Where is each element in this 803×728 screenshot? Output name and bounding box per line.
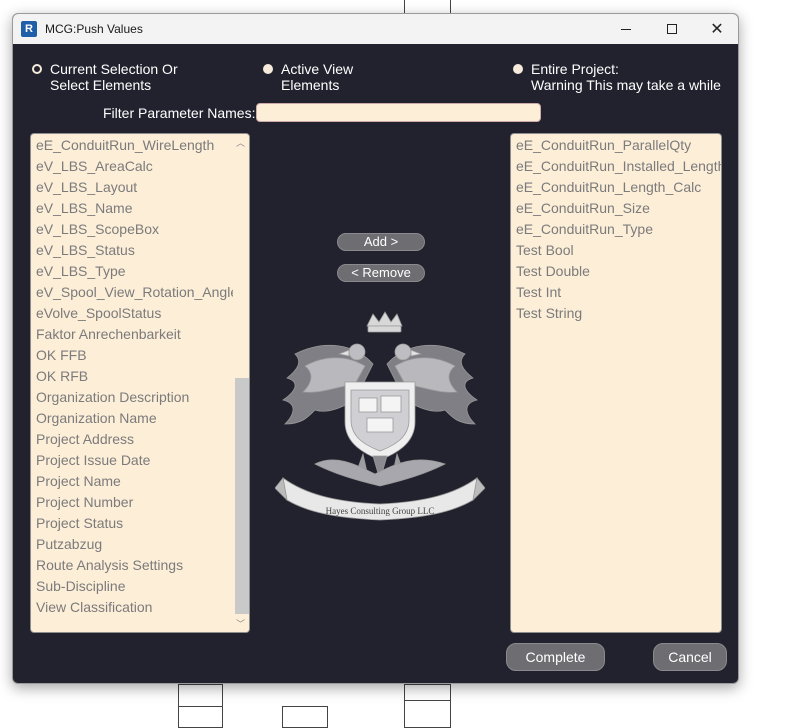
radio-label: Current Selection Or Select Elements (50, 61, 178, 93)
list-item[interactable]: eE_ConduitRun_Length_Calc (511, 177, 721, 198)
filter-input[interactable] (256, 103, 541, 122)
cad-line (404, 0, 405, 13)
close-icon: ✕ (710, 21, 724, 38)
title-bar[interactable]: R MCG:Push Values ✕ (13, 14, 738, 44)
radio-current-selection[interactable]: Current Selection Or Select Elements (32, 61, 178, 93)
list-item[interactable]: Organization Description (31, 387, 233, 408)
add-button[interactable]: Add > (337, 233, 425, 251)
list-item[interactable]: Project Status (31, 513, 233, 534)
list-item[interactable]: View Classification (31, 597, 233, 618)
remove-button[interactable]: < Remove (337, 264, 425, 282)
list-item[interactable]: eVolve_SpoolStatus (31, 303, 233, 324)
list-item[interactable]: eV_Spool_View_Rotation_Angle (31, 282, 238, 303)
company-crest-logo: Hayes Consulting Group LLC (275, 311, 485, 521)
list-item[interactable]: Test String (511, 303, 721, 324)
cad-line (178, 706, 223, 707)
filter-label: Filter Parameter Names: (103, 105, 256, 121)
scroll-down-icon[interactable]: ﹀ (236, 617, 245, 630)
radio-label-line2: Warning This may take a while (531, 77, 721, 93)
push-values-dialog: R MCG:Push Values ✕ Current Selection Or… (12, 13, 739, 684)
list-item[interactable]: Project Address (31, 429, 233, 450)
available-parameters-list[interactable]: eE_ConduitRun_WireLength eV_LBS_AreaCalc e… (30, 133, 250, 633)
list-item[interactable]: eV_LBS_Status (31, 240, 233, 261)
radio-label-line2: Select Elements (50, 77, 152, 93)
scroll-up-icon[interactable]: ︿ (236, 136, 245, 149)
radio-label-line1: Active View (281, 61, 354, 77)
list-item[interactable]: Test Double (511, 261, 721, 282)
list-item[interactable]: Test Int (511, 282, 721, 303)
list-item[interactable]: Project Issue Date (31, 450, 233, 471)
list-item[interactable]: Route Analysis Settings (31, 555, 233, 576)
list-item[interactable]: eV_LBS_ScopeBox (31, 219, 233, 240)
list-item[interactable]: eE_ConduitRun_ParallelQty (511, 135, 721, 156)
radio-entire-project[interactable]: Entire Project: Warning This may take a … (513, 61, 721, 93)
crest-banner-text: Hayes Consulting Group LLC (326, 506, 435, 516)
cad-line (404, 700, 451, 701)
list-item[interactable]: eE_ConduitRun_Installed_Length (511, 156, 721, 177)
list-item[interactable]: Putzabzug (31, 534, 233, 555)
radio-indicator (263, 64, 273, 74)
radio-label: Entire Project: Warning This may take a … (531, 61, 721, 93)
available-parameters-items: eE_ConduitRun_WireLength eV_LBS_AreaCalc e… (31, 135, 238, 618)
list-item[interactable]: eV_LBS_Name (31, 198, 233, 219)
list-item[interactable]: eE_ConduitRun_Type (511, 219, 721, 240)
minimize-icon (621, 28, 631, 30)
list-item[interactable]: Project Number (31, 492, 233, 513)
list-item[interactable]: Test Bool (511, 240, 721, 261)
complete-button[interactable]: Complete (506, 643, 605, 671)
maximize-icon (667, 24, 677, 34)
selected-parameters-items: eE_ConduitRun_ParallelQty eE_ConduitRun_I… (511, 134, 721, 324)
close-button[interactable]: ✕ (694, 14, 738, 44)
radio-label-line2: Elements (281, 77, 340, 93)
radio-active-view[interactable]: Active View Elements (263, 61, 353, 93)
selected-parameters-list[interactable]: eE_ConduitRun_ParallelQty eE_ConduitRun_I… (510, 133, 722, 633)
scrollbar[interactable]: ︿ ﹀ (233, 134, 249, 632)
radio-indicator (32, 64, 42, 74)
cad-box (404, 684, 451, 728)
cancel-button[interactable]: Cancel (653, 643, 727, 671)
revit-app-icon: R (21, 21, 37, 37)
list-item[interactable]: Project Name (31, 471, 233, 492)
cad-line (450, 0, 451, 13)
scrollbar-thumb[interactable] (235, 378, 249, 614)
list-item[interactable]: OK RFB (31, 366, 233, 387)
cad-box (282, 706, 328, 728)
radio-indicator (513, 64, 523, 74)
radio-label-line1: Entire Project: (531, 61, 619, 77)
list-item[interactable]: OK FFB (31, 345, 233, 366)
list-item[interactable]: eE_ConduitRun_Size (511, 198, 721, 219)
list-item[interactable]: Faktor Anrechenbarkeit (31, 324, 233, 345)
minimize-button[interactable] (603, 14, 649, 44)
radio-label: Active View Elements (281, 61, 353, 93)
window-title: MCG:Push Values (45, 22, 143, 36)
list-item[interactable]: eV_LBS_Type (31, 261, 233, 282)
list-item[interactable]: eE_ConduitRun_WireLength (31, 135, 233, 156)
list-item[interactable]: eV_LBS_Layout (31, 177, 233, 198)
radio-label-line1: Current Selection Or (50, 61, 178, 77)
list-item[interactable]: eV_LBS_AreaCalc (31, 156, 233, 177)
list-item[interactable]: Organization Name (31, 408, 233, 429)
maximize-button[interactable] (649, 14, 695, 44)
list-item[interactable]: Sub-Discipline (31, 576, 233, 597)
